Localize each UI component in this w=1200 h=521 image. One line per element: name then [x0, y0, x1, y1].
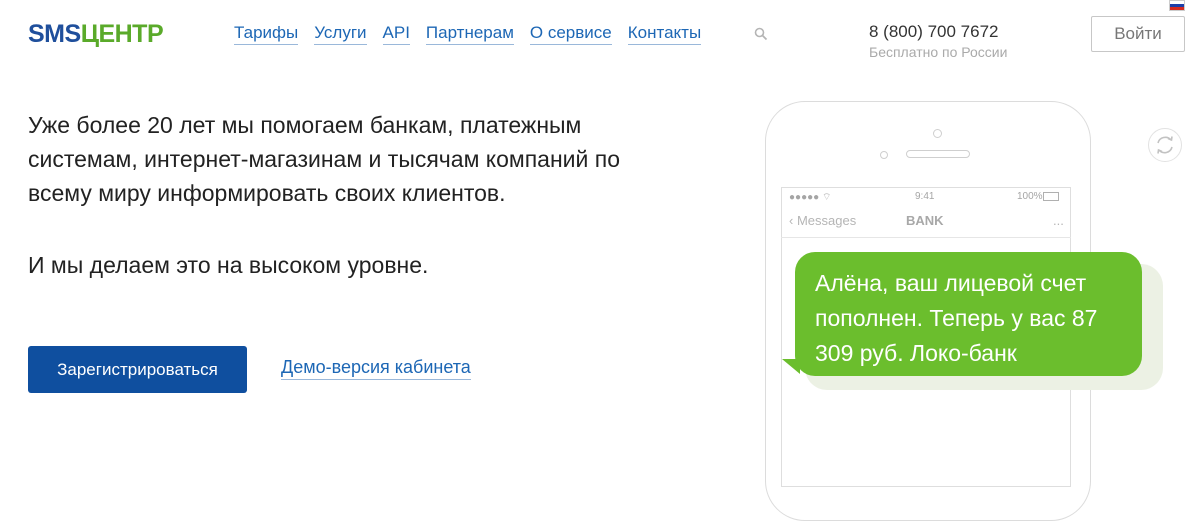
demo-link[interactable]: Демо-версия кабинета	[281, 357, 471, 380]
search-icon[interactable]	[754, 27, 768, 41]
nav-item-services[interactable]: Услуги	[314, 23, 367, 45]
phone-camera	[880, 151, 888, 159]
nav-item-tariffs[interactable]: Тарифы	[234, 23, 299, 45]
nav-item-contacts[interactable]: Контакты	[627, 23, 702, 45]
phone-number[interactable]: 8 (800) 700 7672	[869, 22, 999, 42]
messages-divider	[781, 237, 1071, 238]
nav-item-partners[interactable]: Партнерам	[425, 23, 514, 45]
messages-dots: ...	[1053, 213, 1064, 228]
messages-back: ‹ Messages	[789, 213, 857, 228]
phone-sensor	[933, 129, 942, 138]
hero-tagline: И мы делаем это на высоком уровне.	[28, 252, 429, 278]
messages-title: BANK	[906, 213, 944, 228]
logo-part-center: ЦЕНТР	[80, 20, 164, 48]
nav-item-about[interactable]: О сервисе	[529, 23, 612, 45]
refresh-button[interactable]	[1148, 128, 1182, 162]
status-battery: 100%	[1017, 191, 1043, 202]
phone-speaker	[906, 150, 970, 158]
nav-item-api[interactable]: API	[382, 23, 410, 45]
phone-note: Бесплатно по России	[869, 44, 1008, 60]
hero-text-block: Уже более 20 лет мы помогаем банкам, пла…	[28, 108, 648, 282]
battery-icon	[1043, 192, 1059, 201]
logo-part-sms: SMS	[28, 20, 81, 48]
hero-description: Уже более 20 лет мы помогаем банкам, пла…	[28, 112, 620, 206]
main-nav: Тарифы Услуги API Партнерам О сервисе Ко…	[234, 23, 702, 45]
status-time: 9:41	[915, 191, 935, 202]
register-button[interactable]: Зарегистрироваться	[28, 346, 247, 393]
sms-message-bubble: Алёна, ваш лицевой счет пополнен. Теперь…	[795, 252, 1142, 376]
logo[interactable]: SMSЦЕНТР	[28, 20, 164, 49]
refresh-icon	[1157, 136, 1173, 154]
language-flag-icon[interactable]	[1169, 0, 1185, 11]
carrier-signal: ●●●●● ⌔	[789, 192, 832, 203]
login-button[interactable]: Войти	[1091, 16, 1185, 52]
